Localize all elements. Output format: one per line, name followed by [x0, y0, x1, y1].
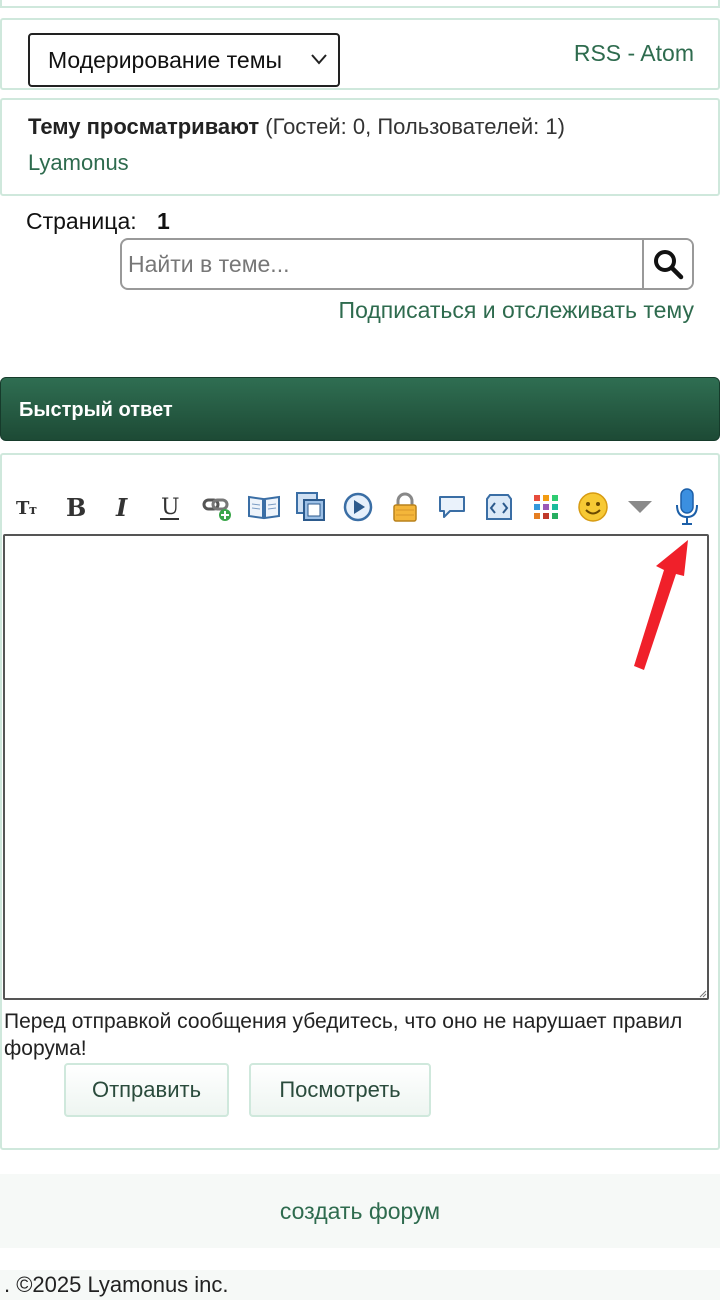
search-icon [654, 250, 684, 280]
insert-image-icon[interactable] [294, 487, 328, 527]
editor-toolbar: Tт B I U [12, 487, 712, 527]
font-size-icon[interactable]: Tт [12, 487, 46, 527]
moderation-select[interactable]: Модерирование темы [28, 33, 340, 87]
search-input[interactable] [122, 240, 644, 288]
underline-icon[interactable]: U [153, 487, 187, 527]
viewers-counts: (Гостей: 0, Пользователей: 1) [265, 114, 565, 139]
moderation-panel: Модерирование темы RSS - Atom [0, 18, 720, 90]
pagination-label: Страница: [26, 208, 137, 234]
search-button[interactable] [642, 240, 692, 288]
quick-reply-header: Быстрый ответ [0, 377, 720, 441]
more-dropdown-icon[interactable] [623, 487, 657, 527]
svg-text:т: т [29, 503, 37, 518]
smiley-icon[interactable] [576, 487, 610, 527]
microphone-icon[interactable] [670, 487, 704, 527]
insert-link-icon[interactable] [200, 487, 234, 527]
preview-button[interactable]: Посмотреть [249, 1063, 431, 1117]
moderation-select-label: Модерирование темы [48, 47, 283, 73]
svg-text:U: U [161, 495, 180, 520]
code-icon[interactable] [482, 487, 516, 527]
bold-icon[interactable]: B [58, 487, 92, 527]
lock-hide-icon[interactable] [388, 487, 422, 527]
create-forum-bar: создать форум [0, 1174, 720, 1248]
resize-grip-icon[interactable] [699, 990, 707, 998]
book-icon[interactable] [247, 487, 281, 527]
previous-panel-edge [0, 0, 720, 8]
topic-search [120, 238, 694, 290]
color-palette-icon[interactable] [529, 487, 563, 527]
chevron-down-icon [311, 54, 327, 65]
viewers-title: Тему просматривают [28, 114, 260, 139]
annotation-arrow-icon [634, 540, 688, 670]
quick-reply-panel: Tт B I U Перед отправкой сообщения убеди… [0, 453, 720, 1150]
italic-icon[interactable]: I [106, 487, 140, 527]
viewers-line: Тему просматривают (Гостей: 0, Пользоват… [28, 114, 565, 140]
forum-rules-note: Перед отправкой сообщения убедитесь, что… [4, 1010, 683, 1060]
pagination-current: 1 [157, 208, 170, 234]
svg-text:T: T [16, 498, 30, 519]
rss-atom-link[interactable]: RSS - Atom [574, 40, 694, 67]
topic-viewers-panel: Тему просматривают (Гостей: 0, Пользоват… [0, 98, 720, 196]
copyright-footer: . ©2025 Lyamonus inc. [0, 1270, 720, 1300]
svg-text:B: B [66, 493, 86, 522]
create-forum-link[interactable]: создать форум [280, 1198, 440, 1224]
reply-textarea[interactable] [3, 534, 709, 1000]
insert-video-icon[interactable] [341, 487, 375, 527]
send-button[interactable]: Отправить [64, 1063, 229, 1117]
quote-icon[interactable] [435, 487, 469, 527]
viewer-user-link[interactable]: Lyamonus [28, 150, 129, 176]
pagination: Страница: 1 [26, 208, 170, 235]
svg-text:I: I [115, 493, 128, 522]
subscribe-link[interactable]: Подписаться и отслеживать тему [339, 297, 694, 324]
